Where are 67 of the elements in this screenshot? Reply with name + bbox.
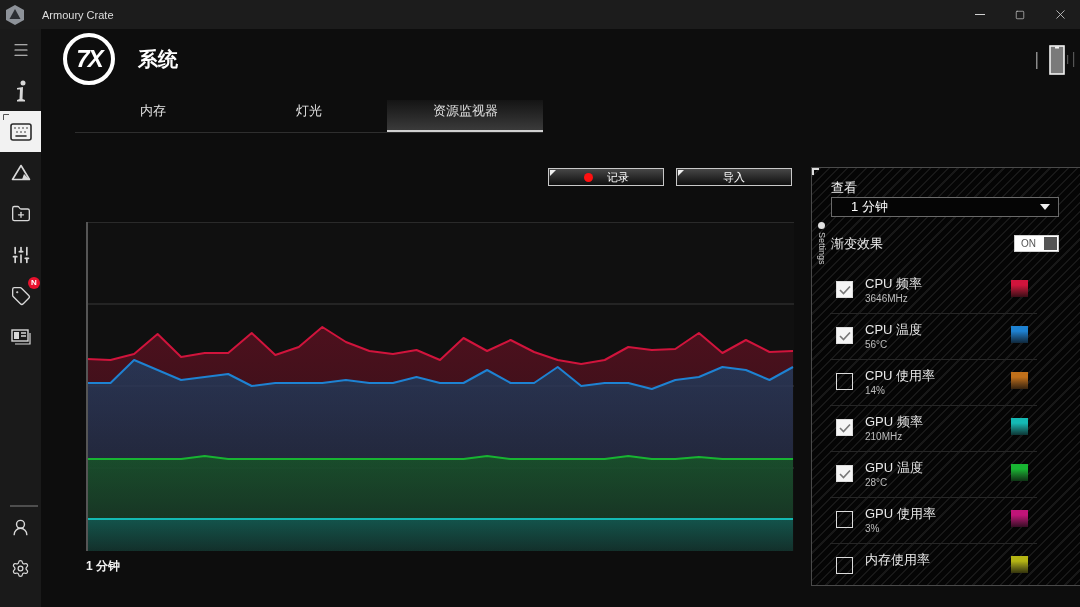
metric-name: 内存使用率 [865, 552, 930, 567]
metric-name: CPU 温度 [865, 322, 923, 337]
tab[interactable]: 资源监视器 [387, 100, 543, 132]
tag-icon [10, 285, 31, 306]
triangle-icon [10, 164, 31, 181]
corner-mark-icon [678, 170, 684, 176]
settings-icon [11, 559, 30, 578]
sidebar-item[interactable]: N [0, 275, 41, 316]
checkbox[interactable] [836, 281, 853, 298]
view-label: 查看 [831, 180, 858, 196]
metric-reading: 56°C [865, 338, 889, 351]
metric-name: GPU 温度 [865, 460, 923, 475]
import-button[interactable]: 导入 [676, 168, 792, 186]
checkbox[interactable] [836, 373, 853, 390]
metric-name: CPU 使用率 [865, 368, 936, 383]
checkbox[interactable] [836, 327, 853, 344]
color-swatch-icon[interactable] [1011, 372, 1028, 389]
tab[interactable]: 灯光 [231, 100, 387, 132]
color-swatch-icon[interactable] [1011, 280, 1028, 297]
dot-icon [818, 222, 825, 229]
metric-reading: 210MHz [865, 430, 904, 443]
checkmark-icon [838, 422, 851, 433]
checkbox[interactable] [836, 465, 853, 482]
view-select[interactable]: 1 分钟 [831, 197, 1059, 217]
color-swatch-icon[interactable] [1011, 556, 1028, 573]
metric-reading: 14% [865, 384, 886, 397]
color-swatch-icon[interactable] [1011, 464, 1028, 481]
gradient-switch[interactable]: ON [1014, 235, 1059, 252]
phone-icon[interactable] [1035, 45, 1076, 75]
card-icon [10, 328, 31, 345]
folder-plus-icon [10, 203, 31, 224]
sliders-icon [10, 244, 31, 265]
checkmark-icon [838, 468, 851, 479]
notification-badge: N [28, 277, 40, 289]
maximize-icon [1015, 9, 1025, 20]
caret-down-icon [1040, 204, 1050, 210]
app-logo-icon [6, 4, 24, 25]
corner-bracket-icon [3, 114, 9, 120]
switch-thumb [1044, 237, 1057, 250]
color-swatch-icon[interactable] [1011, 510, 1028, 527]
metric-name: GPU 频率 [865, 414, 923, 429]
metric-name: CPU 频率 [865, 276, 923, 291]
checkbox[interactable] [836, 419, 853, 436]
corner-mark-icon [550, 170, 556, 176]
metric-reading: 28°C [865, 476, 889, 489]
metric-reading: 3646MHz [865, 292, 909, 305]
color-swatch-icon[interactable] [1011, 418, 1028, 435]
record-dot-icon [583, 172, 593, 182]
user-icon [11, 518, 30, 537]
metric-name: GPU 使用率 [865, 506, 936, 521]
color-swatch-icon[interactable] [1011, 326, 1028, 343]
corner-bracket-icon [812, 168, 819, 175]
record-button[interactable]: 记录 [548, 168, 664, 186]
sidebar-item[interactable] [0, 111, 41, 152]
minimize-icon [975, 13, 985, 16]
gradient-effect-label: 渐变效果 [831, 235, 883, 252]
metric-reading: 3% [865, 522, 881, 535]
tab[interactable]: 内存 [75, 100, 231, 132]
page-title: 系统 [138, 47, 178, 72]
checkbox[interactable] [836, 511, 853, 528]
settings-tab[interactable]: Settings [812, 168, 831, 265]
checkbox[interactable] [836, 557, 853, 574]
checkmark-icon [838, 330, 851, 341]
time-range-label: 1 分钟 [86, 558, 120, 575]
product-logo: 7X [63, 33, 115, 85]
checkmark-icon [838, 284, 851, 295]
window-title: Armoury Crate [42, 8, 114, 21]
